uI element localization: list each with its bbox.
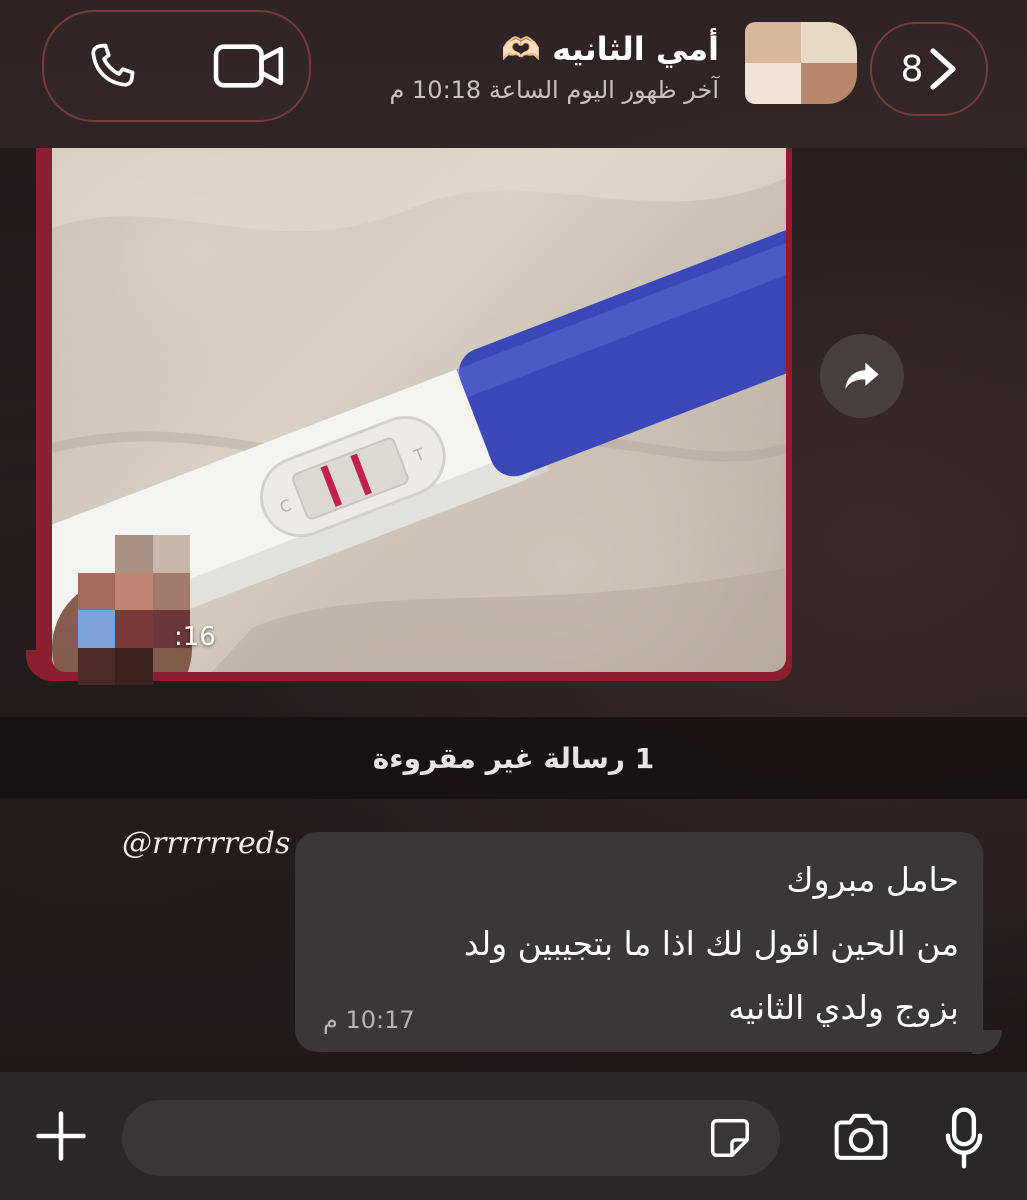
avatar[interactable] [745, 22, 857, 104]
message-text: حامل مبروك من الحين اقول لك اذا ما بتجيب… [339, 848, 959, 1040]
video-camera-icon [213, 44, 284, 88]
message-line: حامل مبروك [786, 860, 959, 899]
message-input[interactable] [122, 1100, 780, 1176]
video-call-button[interactable] [209, 30, 289, 102]
unread-messages-banner: 1 رسالة غير مقروءة [0, 717, 1027, 799]
last-seen-status: آخر ظهور اليوم الساعة 10:18 م [389, 76, 719, 104]
plus-icon [36, 1111, 86, 1161]
image-message-time: :16 [174, 622, 216, 652]
chevron-right-icon [930, 48, 957, 90]
forward-arrow-icon [845, 362, 879, 390]
sticker-button[interactable] [700, 1108, 760, 1168]
unread-banner-text: 1 رسالة غير مقروءة [372, 741, 655, 775]
watermark-handle: @rrrrrreds [122, 826, 291, 861]
call-actions-group [42, 10, 311, 122]
sticker-icon [711, 1119, 749, 1157]
camera-button[interactable] [826, 1105, 896, 1171]
microphone-icon [945, 1107, 983, 1169]
unread-chats-count: 8 [900, 48, 924, 90]
censored-sender-avatar [78, 535, 190, 685]
message-line: من الحين اقول لك اذا ما بتجيبين ولد [463, 924, 959, 963]
message-timestamp: 10:17 م [323, 1006, 415, 1034]
voice-call-button[interactable] [72, 30, 152, 102]
message-line: بزوج ولدي الثانيه [728, 988, 959, 1027]
forward-button[interactable] [820, 334, 904, 418]
camera-icon [834, 1113, 888, 1160]
attach-button[interactable] [28, 1103, 94, 1169]
contact-name[interactable]: أمي الثانيه 🫶🏻 [501, 30, 719, 68]
voice-note-button[interactable] [936, 1100, 992, 1176]
back-button[interactable]: 8 [870, 22, 988, 116]
phone-icon [91, 43, 135, 87]
